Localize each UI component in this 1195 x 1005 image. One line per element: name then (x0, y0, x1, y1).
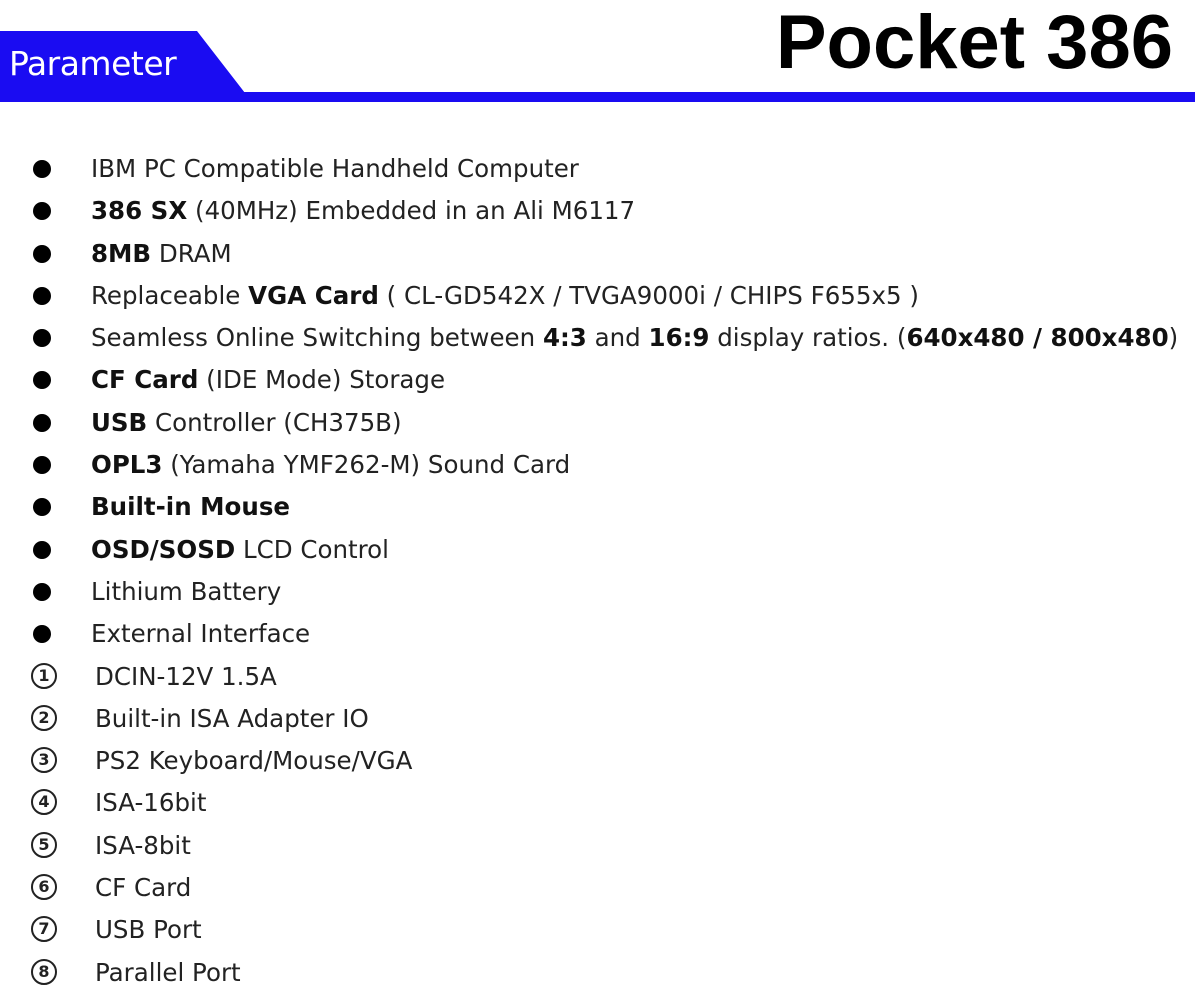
interface-label: Parallel Port (95, 957, 241, 987)
spec-highlight: Built-in Mouse (91, 492, 291, 522)
spec-fragment: display ratios. ( (709, 323, 907, 353)
spec-item: USB Controller (CH375B) (0, 402, 1195, 444)
circled-number-icon: 4 (31, 789, 57, 816)
spec-fragment: and (586, 323, 649, 353)
spec-fragment: (40MHz) Embedded in an Ali M6117 (187, 196, 636, 226)
interface-item: 7 USB Port (0, 909, 1195, 951)
spec-text: IBM PC Compatible Handheld Computer (91, 148, 579, 190)
bullet-icon (33, 498, 51, 517)
circled-number-icon: 1 (31, 662, 57, 689)
spec-fragment: Replaceable (91, 280, 249, 310)
interface-label: USB Port (95, 915, 202, 945)
spec-highlight: 8MB (91, 238, 152, 268)
circled-number-icon: 6 (31, 874, 57, 901)
bullet-icon (33, 202, 51, 221)
spec-text: External Interface (91, 613, 310, 655)
spec-text: Seamless Online Switching between 4:3 an… (91, 317, 1178, 359)
circled-number-icon: 8 (31, 958, 57, 985)
section-label: Parameter (9, 44, 177, 83)
interface-label: DCIN-12V 1.5A (95, 661, 277, 691)
interface-label: PS2 Keyboard/Mouse/VGA (95, 746, 413, 776)
interface-item: 5 ISA-8bit (0, 825, 1195, 867)
bullet-icon (33, 625, 51, 644)
bullet-icon (33, 329, 51, 348)
bullet-icon (33, 413, 51, 432)
interface-item: 3 PS2 Keyboard/Mouse/VGA (0, 740, 1195, 782)
spec-highlight: VGA Card (248, 280, 379, 310)
spec-highlight: 4:3 (542, 323, 587, 353)
spec-highlight: 386 SX (91, 196, 188, 226)
interface-item: 2 Built-in ISA Adapter IO (0, 698, 1195, 740)
circled-number-icon: 7 (31, 916, 57, 943)
circled-number-icon: 3 (31, 747, 57, 774)
circled-number-icon: 2 (31, 704, 57, 731)
spec-item: Built-in Mouse (0, 486, 1195, 528)
header-rule (0, 92, 1195, 102)
spec-text: Built-in Mouse (91, 486, 290, 528)
interface-label: ISA-8bit (95, 830, 191, 860)
spec-text: USB Controller (CH375B) (91, 402, 402, 444)
bullet-icon (33, 160, 51, 178)
spec-item: Replaceable VGA Card ( CL-GD542X / TVGA9… (0, 275, 1195, 317)
interface-label: ISA-16bit (95, 788, 207, 818)
spec-highlight: OPL3 (91, 450, 163, 480)
spec-fragment: IBM PC Compatible Handheld Computer (91, 154, 579, 183)
spec-text: CF Card (IDE Mode) Storage (91, 359, 445, 401)
spec-text: Replaceable VGA Card ( CL-GD542X / TVGA9… (91, 275, 919, 317)
bullet-icon (33, 582, 51, 601)
spec-list: IBM PC Compatible Handheld Computer 386 S… (0, 148, 1195, 994)
spec-text: 8MB DRAM (91, 233, 232, 275)
spec-item: OSD/SOSD LCD Control (0, 529, 1195, 571)
interface-item: 8 Parallel Port (0, 952, 1195, 994)
spec-highlight: 16:9 (648, 323, 710, 353)
spec-fragment: (Yamaha YMF262-M) Sound Card (162, 450, 571, 480)
interface-item: 6 CF Card (0, 867, 1195, 909)
spec-fragment: External Interface (91, 619, 311, 649)
spec-text: Lithium Battery (91, 571, 281, 613)
spec-item: OPL3 (Yamaha YMF262-M) Sound Card (0, 444, 1195, 486)
spec-fragment: (IDE Mode) Storage (198, 365, 446, 395)
spec-item: IBM PC Compatible Handheld Computer (0, 148, 1195, 190)
interface-item: 1 DCIN-12V 1.5A (0, 656, 1195, 698)
bullet-icon (33, 456, 51, 475)
bullet-icon (33, 540, 51, 559)
spec-fragment: Controller (CH375B) (147, 407, 402, 437)
spec-item: Lithium Battery (0, 571, 1195, 613)
spec-fragment: DRAM (151, 238, 232, 268)
bullet-icon (33, 244, 51, 263)
spec-text: 386 SX (40MHz) Embedded in an Ali M6117 (91, 190, 635, 232)
spec-fragment: Lithium Battery (91, 576, 282, 606)
spec-fragment: ( CL-GD542X / TVGA9000i / CHIPS F655x5 ) (378, 280, 919, 310)
bullet-icon (33, 371, 51, 390)
spec-highlight: OSD/SOSD (91, 534, 236, 564)
spec-item: External Interface (0, 613, 1195, 655)
interface-label: Built-in ISA Adapter IO (95, 703, 369, 733)
spec-text: OSD/SOSD LCD Control (91, 529, 389, 571)
spec-item: 386 SX (40MHz) Embedded in an Ali M6117 (0, 190, 1195, 232)
spec-fragment: ) (1168, 323, 1179, 353)
interface-label: CF Card (95, 873, 192, 903)
spec-highlight: 640x480 / 800x480 (906, 323, 1169, 353)
page-header: Parameter Pocket 386 (0, 0, 1195, 105)
interface-item: 4 ISA-16bit (0, 782, 1195, 824)
spec-item: 8MB DRAM (0, 233, 1195, 275)
product-title: Pocket 386 (775, 0, 1173, 85)
spec-item: Seamless Online Switching between 4:3 an… (0, 317, 1195, 359)
spec-text: OPL3 (Yamaha YMF262-M) Sound Card (91, 444, 570, 486)
spec-highlight: CF Card (91, 365, 199, 395)
spec-fragment: LCD Control (235, 534, 389, 564)
bullet-icon (33, 286, 51, 305)
circled-number-icon: 5 (31, 831, 57, 858)
spec-fragment: Seamless Online Switching between (91, 323, 543, 353)
spec-item: CF Card (IDE Mode) Storage (0, 359, 1195, 401)
spec-highlight: USB (91, 407, 148, 437)
